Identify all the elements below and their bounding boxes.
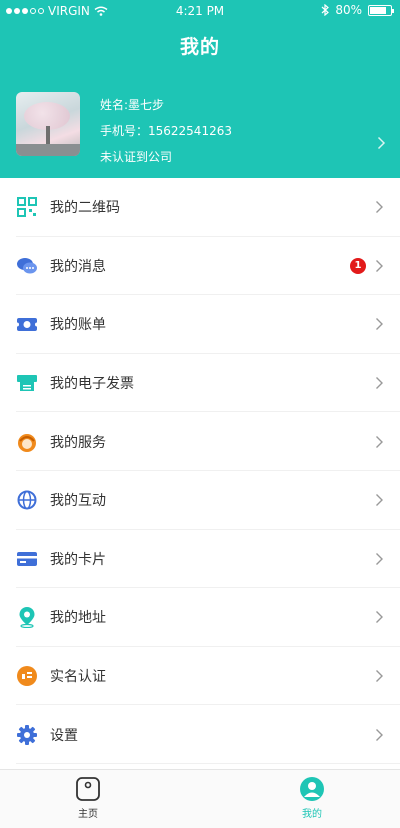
- verify-icon: [17, 666, 37, 687]
- location-icon: [19, 607, 35, 629]
- menu-label: 我的账单: [50, 317, 106, 334]
- chevron-right-icon: [376, 728, 383, 741]
- menu-item-address[interactable]: 我的地址: [0, 588, 400, 647]
- invoice-icon: [17, 375, 37, 392]
- menu-label: 我的消息: [50, 258, 106, 275]
- menu-item-settings[interactable]: 设置: [0, 705, 400, 764]
- page-title: 我的: [179, 36, 220, 58]
- bill-icon: [16, 318, 38, 332]
- status-bar: VIRGIN 4:21 PM 80%: [0, 0, 400, 22]
- status-right: 80%: [321, 3, 394, 17]
- bluetooth-icon: [321, 4, 330, 16]
- menu-item-cards[interactable]: 我的卡片: [0, 529, 400, 589]
- profile-card[interactable]: 姓名:墨七步 手机号：15622541263 未认证到公司: [16, 92, 388, 164]
- tab-home-label: 主页: [78, 809, 98, 820]
- menu-label: 我的电子发票: [50, 376, 134, 393]
- tab-mine[interactable]: 我的: [282, 776, 342, 820]
- card-icon: [17, 551, 37, 566]
- profile-company: 未认证到公司: [100, 150, 173, 164]
- chevron-right-icon: [376, 201, 383, 214]
- message-icon: [17, 257, 37, 274]
- home-icon: [76, 777, 100, 801]
- chevron-right-icon: [376, 552, 383, 565]
- menu-item-qr-code[interactable]: 我的二维码: [0, 178, 400, 237]
- tab-mine-label: 我的: [302, 809, 322, 820]
- chevron-right-icon: [376, 611, 383, 624]
- chevron-right-icon: [376, 435, 383, 448]
- header: VIRGIN 4:21 PM 80% 我的 姓名:墨七步 手机号：1562254…: [0, 0, 400, 178]
- profile-phone: 手机号：15622541263: [100, 124, 232, 138]
- profile-name: 姓名:墨七步: [100, 98, 165, 112]
- menu-label: 我的二维码: [50, 200, 120, 217]
- chevron-right-icon: [376, 259, 383, 272]
- battery-icon: [368, 4, 394, 16]
- menu-item-messages[interactable]: 我的消息 1: [0, 236, 400, 296]
- menu-item-bills[interactable]: 我的账单: [0, 295, 400, 354]
- menu-item-real-name-verify[interactable]: 实名认证: [0, 646, 400, 706]
- qr-code-icon: [17, 197, 37, 218]
- chevron-right-icon: [376, 318, 383, 331]
- tab-bar: 主页 我的: [0, 769, 400, 828]
- menu-item-services[interactable]: 我的服务: [0, 412, 400, 471]
- menu-label: 设置: [50, 727, 78, 744]
- menu-label: 我的服务: [50, 434, 106, 451]
- profile-info: 姓名:墨七步 手机号：15622541263 未认证到公司: [100, 92, 232, 170]
- menu-item-invoice[interactable]: 我的电子发票: [0, 353, 400, 413]
- menu-list: 我的二维码 我的消息 1 我的账单 我的电子发票 我的服务 我的互动 我的卡片 …: [0, 178, 400, 764]
- chevron-right-icon: [376, 670, 383, 683]
- chevron-right-icon[interactable]: [377, 136, 386, 150]
- battery-percent: 80%: [335, 3, 362, 17]
- user-icon: [300, 777, 324, 801]
- avatar[interactable]: [16, 92, 80, 156]
- menu-label: 我的地址: [50, 610, 106, 627]
- tab-home[interactable]: 主页: [58, 776, 118, 820]
- menu-label: 实名认证: [50, 669, 106, 686]
- service-icon: [18, 433, 36, 452]
- menu-item-interactions[interactable]: 我的互动: [0, 470, 400, 530]
- menu-label: 我的卡片: [50, 551, 106, 568]
- gear-icon: [17, 724, 37, 745]
- unread-badge: 1: [350, 257, 366, 274]
- chevron-right-icon: [376, 377, 383, 390]
- chevron-right-icon: [376, 494, 383, 507]
- globe-icon: [17, 490, 37, 510]
- menu-label: 我的互动: [50, 493, 106, 510]
